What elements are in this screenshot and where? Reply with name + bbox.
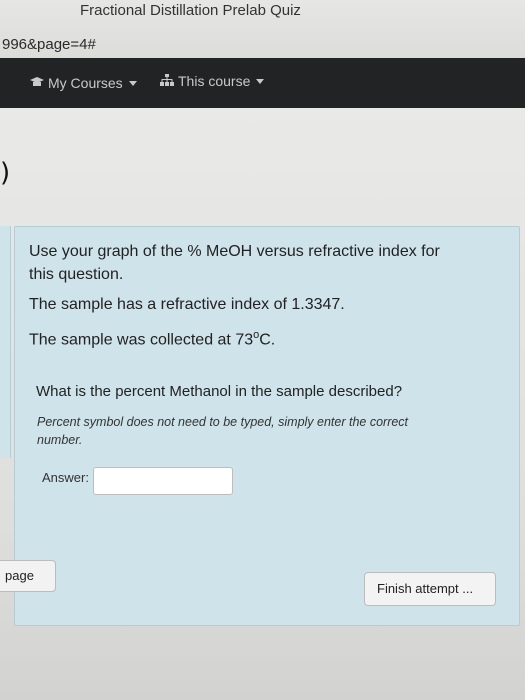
question-panel: Use your graph of the % MeOH versus refr… (14, 226, 520, 626)
answer-label: Answer: (42, 470, 89, 485)
previous-page-button[interactable]: page (0, 560, 56, 592)
question-prompt: What is the percent Methanol in the samp… (36, 383, 403, 400)
tab-title[interactable]: Fractional Distillation Prelab Quiz (80, 2, 301, 19)
nav-my-courses-label: My Courses (48, 75, 123, 91)
chevron-down-icon (128, 80, 137, 86)
question-info-sidebar (0, 226, 11, 458)
sitemap-icon (160, 73, 174, 89)
truncated-heading: ) (0, 158, 11, 188)
answer-input[interactable] (93, 467, 233, 495)
nav-this-course-label: This course (178, 73, 251, 89)
collection-temp-prefix: The sample was collected at 73 (29, 331, 254, 349)
chevron-down-icon (256, 78, 265, 84)
question-hint-line1: Percent symbol does not need to be typed… (37, 415, 409, 429)
question-hint-line2: number. (37, 433, 83, 447)
finish-attempt-button[interactable]: Finish attempt ... (364, 572, 496, 606)
collection-temp-suffix: C. (259, 331, 276, 349)
address-bar-url[interactable]: 996&page=4# (2, 36, 96, 53)
course-navbar: My Courses This course (0, 58, 525, 108)
question-hint: Percent symbol does not need to be typed… (37, 413, 477, 449)
refractive-index-line: The sample has a refractive index of 1.3… (29, 296, 345, 313)
question-intro-line2: this question. (29, 266, 124, 283)
page-content: ) Use your graph of the % MeOH versus re… (0, 108, 525, 700)
mortarboard-icon (30, 75, 44, 91)
nav-my-courses[interactable]: My Courses (30, 75, 137, 91)
nav-this-course[interactable]: This course (160, 73, 265, 89)
collection-temp-line: The sample was collected at 73oC. (29, 324, 275, 351)
question-intro-line1: Use your graph of the % MeOH versus refr… (29, 243, 440, 260)
browser-chrome: Fractional Distillation Prelab Quiz 996&… (0, 0, 525, 59)
